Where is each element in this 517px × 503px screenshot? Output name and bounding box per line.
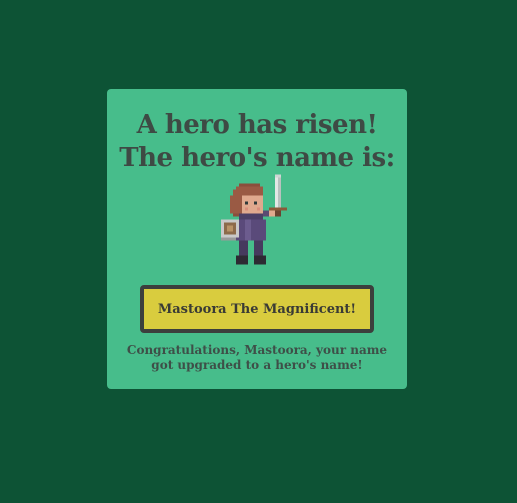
congratulations-message: Congratulations, Mastoora, your name got… xyxy=(126,343,388,372)
heading-hero-name-is: The hero's name is: xyxy=(119,143,395,173)
hero-sprite-icon xyxy=(221,174,287,265)
hero-name-button[interactable]: Mastoora The Magnificent! xyxy=(140,285,374,333)
heading-hero-risen: A hero has risen! xyxy=(136,110,378,140)
hero-result-card: A hero has risen! The hero's name is: Ma… xyxy=(107,89,407,389)
